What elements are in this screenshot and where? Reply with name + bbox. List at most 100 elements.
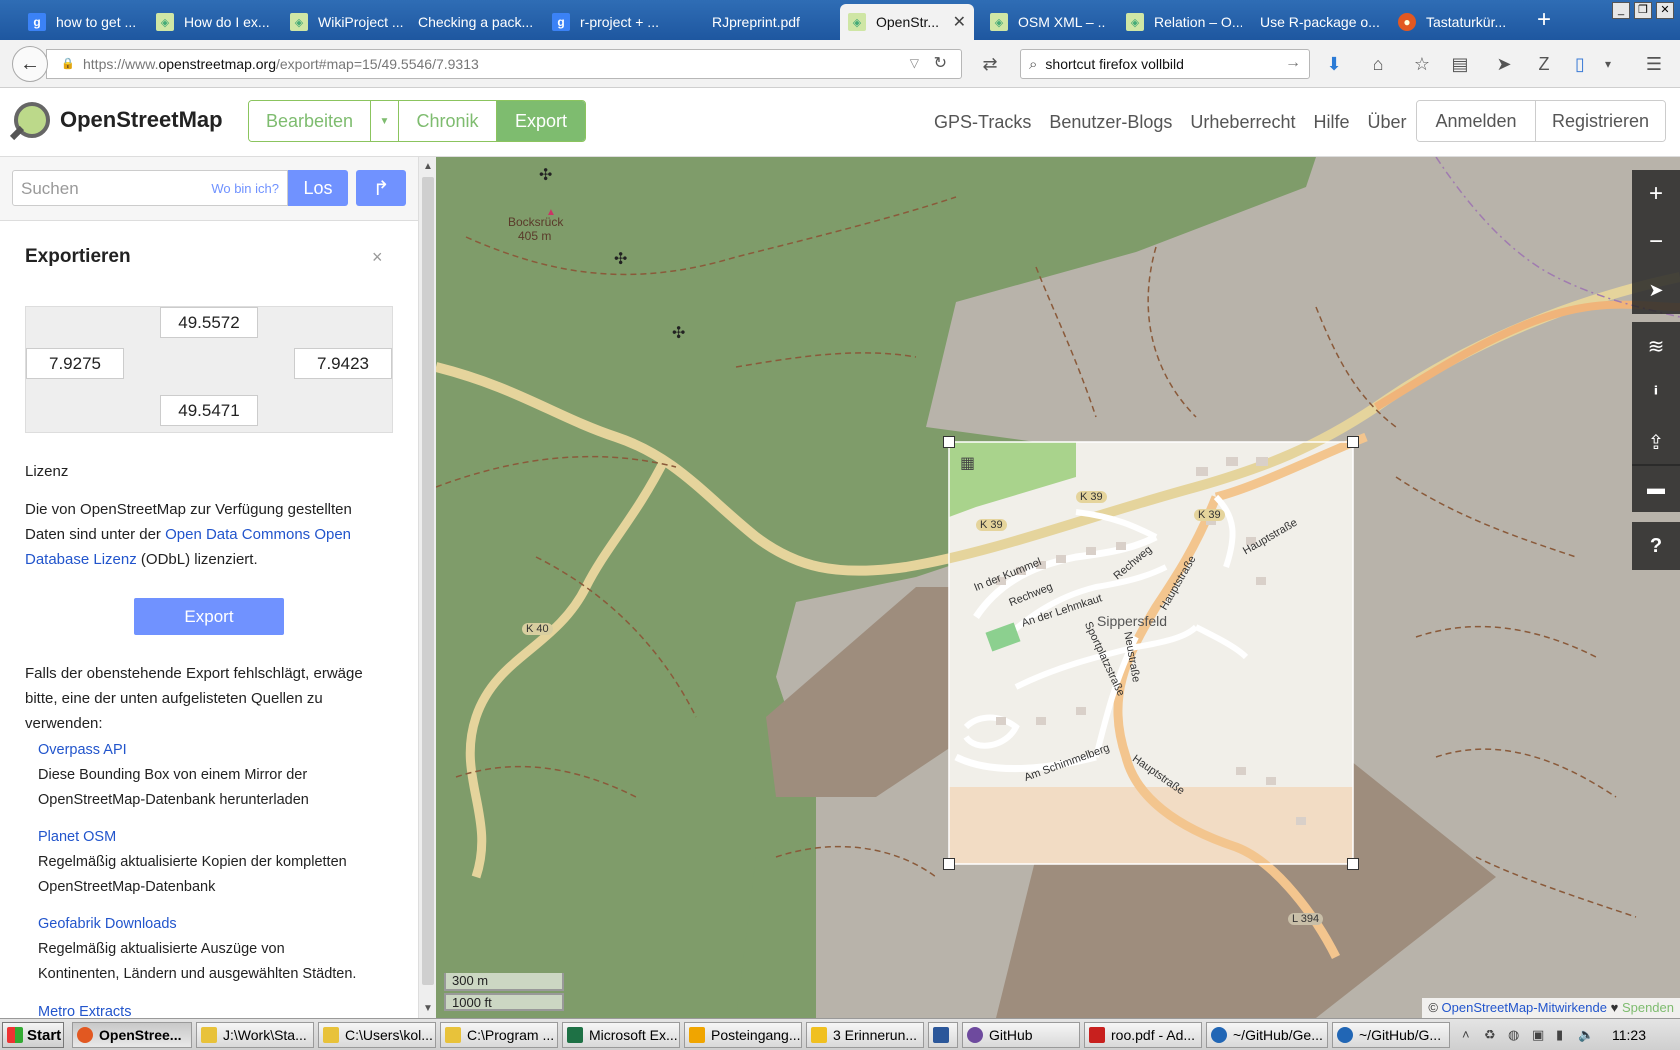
network-icon[interactable]: ▣ [1532, 1027, 1544, 1043]
taskbar-item[interactable] [928, 1022, 958, 1048]
tray-expand-icon[interactable]: ˄ [1462, 1027, 1470, 1042]
scroll-down-icon[interactable]: ▼ [423, 1003, 433, 1014]
source-item: Metro Extracts [38, 1000, 368, 1018]
taskbar-item[interactable]: C:\Users\kol... [318, 1022, 436, 1048]
zoom-in-icon[interactable]: + [1632, 170, 1680, 218]
url-bar[interactable]: 🔒 https://www.openstreetmap.org/export#m… [46, 49, 962, 79]
selection-handle-sw[interactable] [943, 858, 955, 870]
layers-icon[interactable]: ≋ [1632, 322, 1680, 370]
locate-icon[interactable]: ➤ [1632, 266, 1680, 314]
pdf-icon [1089, 1027, 1105, 1043]
link-help[interactable]: Hilfe [1313, 112, 1349, 133]
sidebar-scrollbar[interactable]: ▲ ▼ [418, 157, 436, 1018]
browser-tab[interactable]: g r-project + ... [544, 4, 668, 40]
scrollbar-thumb[interactable] [422, 177, 434, 985]
reload-icon[interactable]: ↻ [934, 53, 947, 73]
taskbar-item[interactable]: ~/GitHub/G... [1332, 1022, 1450, 1048]
info-icon[interactable]: ⁱ [1632, 370, 1680, 418]
browser-search-input[interactable]: ⌕ shortcut firefox vollbild → [1020, 49, 1310, 79]
browser-tab[interactable]: ◈ OSM XML – ... [982, 4, 1106, 40]
back-button[interactable]: ← [12, 46, 48, 82]
minimize-icon[interactable]: _ [1612, 2, 1630, 19]
scroll-up-icon[interactable]: ▲ [423, 161, 433, 172]
donate-link[interactable]: Spenden [1622, 1000, 1674, 1015]
clock[interactable]: 11:23 [1612, 1027, 1646, 1043]
login-button[interactable]: Anmelden [1417, 101, 1535, 141]
link-user-blogs[interactable]: Benutzer-Blogs [1049, 112, 1172, 133]
south-coord-input[interactable]: 49.5471 [160, 395, 258, 426]
browser-tab[interactable]: g how to get ... [20, 4, 140, 40]
history-button[interactable]: Chronik [399, 101, 497, 141]
planet-osm-link[interactable]: Planet OSM [38, 825, 368, 850]
geofabrik-link[interactable]: Geofabrik Downloads [38, 912, 368, 937]
volume-icon[interactable]: 🔈 [1578, 1027, 1594, 1043]
start-button[interactable]: Start [2, 1022, 64, 1048]
selection-handle-nw[interactable] [943, 436, 955, 448]
selection-handle-ne[interactable] [1347, 436, 1359, 448]
browser-tab[interactable]: ◈ How do I ex... [148, 4, 272, 40]
taskbar-item[interactable]: ~/GitHub/Ge... [1206, 1022, 1328, 1048]
west-coord-input[interactable]: 7.9275 [26, 348, 124, 379]
overpass-api-link[interactable]: Overpass API [38, 738, 368, 763]
browser-tab[interactable]: ● Tastaturkür... [1390, 4, 1520, 40]
home-icon[interactable]: ⌂ [1366, 52, 1390, 76]
taskbar-item[interactable]: Posteingang... [684, 1022, 802, 1048]
link-gps-tracks[interactable]: GPS-Tracks [934, 112, 1031, 133]
library-icon[interactable]: ▤ [1448, 52, 1472, 76]
network-globe-icon[interactable]: ◍ [1508, 1027, 1519, 1043]
osm-logo[interactable]: OpenStreetMap [14, 102, 223, 138]
page-dropdown-icon[interactable]: ▾ [1596, 52, 1620, 76]
map[interactable]: Bocksrück 405 m Sippersfeld K 39 K 39 K … [436, 157, 1680, 1018]
taskbar-item[interactable]: GitHub [962, 1022, 1080, 1048]
selection-handle-se[interactable] [1347, 858, 1359, 870]
bookmark-star-icon[interactable]: ☆ [1410, 52, 1434, 76]
browser-tab[interactable]: Use R-package o... [1252, 4, 1382, 40]
link-about[interactable]: Über [1367, 112, 1406, 133]
taskbar-item[interactable]: Microsoft Ex... [562, 1022, 680, 1048]
download-icon[interactable]: ⬇ [1322, 52, 1346, 76]
browser-tab[interactable]: ◈ WikiProject ... [282, 4, 406, 40]
taskbar-item[interactable]: OpenStree... [72, 1022, 192, 1048]
register-button[interactable]: Registrieren [1535, 101, 1665, 141]
browser-tab[interactable]: RJpreprint.pdf [704, 4, 828, 40]
close-tab-icon[interactable]: ✕ [945, 12, 966, 32]
export-tab-button[interactable]: Export [497, 101, 585, 141]
zotero-icon[interactable]: Z [1532, 52, 1556, 76]
edit-button[interactable]: Bearbeiten [249, 101, 371, 141]
export-button[interactable]: Export [134, 598, 284, 635]
browser-tab-active[interactable]: ◈ OpenStr... ✕ [840, 4, 974, 40]
browser-tab[interactable]: Checking a pack... [410, 4, 534, 40]
browser-tab[interactable]: ◈ Relation – O... [1118, 4, 1242, 40]
taskbar-item[interactable]: roo.pdf - Ad... [1084, 1022, 1202, 1048]
link-copyright[interactable]: Urheberrecht [1190, 112, 1295, 133]
taskbar-item[interactable]: J:\Work\Sta... [196, 1022, 314, 1048]
send-icon[interactable]: ➤ [1492, 52, 1516, 76]
search-go-icon[interactable]: → [1285, 54, 1301, 72]
search-go-button[interactable]: Los [288, 170, 348, 206]
where-am-i-link[interactable]: Wo bin ich? [211, 181, 279, 196]
grid-drag-icon[interactable]: ▦ [960, 453, 975, 473]
east-coord-input[interactable]: 7.9423 [294, 348, 392, 379]
close-icon[interactable]: × [372, 247, 383, 268]
search-input[interactable]: Suchen Wo bin ich? [12, 170, 288, 206]
north-coord-input[interactable]: 49.5572 [160, 307, 258, 338]
contributors-link[interactable]: OpenStreetMap-Mitwirkende [1442, 1000, 1607, 1015]
edit-dropdown-button[interactable]: ▼ [371, 101, 399, 141]
zoom-out-icon[interactable]: − [1632, 218, 1680, 266]
battery-icon[interactable]: ▮ [1556, 1027, 1563, 1043]
translate-icon[interactable]: ⇄ [978, 52, 1002, 76]
close-window-icon[interactable]: ✕ [1656, 2, 1674, 19]
menu-icon[interactable]: ☰ [1642, 52, 1666, 76]
url-dropdown-icon[interactable]: ▽ [910, 56, 919, 70]
taskbar-item[interactable]: C:\Program ... [440, 1022, 558, 1048]
taskbar-item[interactable]: 3 Erinnerun... [806, 1022, 924, 1048]
note-icon[interactable]: ▬ [1632, 464, 1680, 512]
new-tab-icon[interactable]: + [1532, 6, 1556, 34]
tray-app-icon[interactable]: ♻ [1484, 1027, 1496, 1043]
directions-button[interactable]: ↱ [356, 170, 406, 206]
share-icon[interactable]: ⇪ [1632, 418, 1680, 466]
page-icon[interactable]: ▯ [1568, 52, 1592, 76]
query-icon[interactable]: ? [1632, 522, 1680, 570]
metro-extracts-link[interactable]: Metro Extracts [38, 1000, 368, 1018]
restore-icon[interactable]: ❐ [1634, 2, 1652, 19]
